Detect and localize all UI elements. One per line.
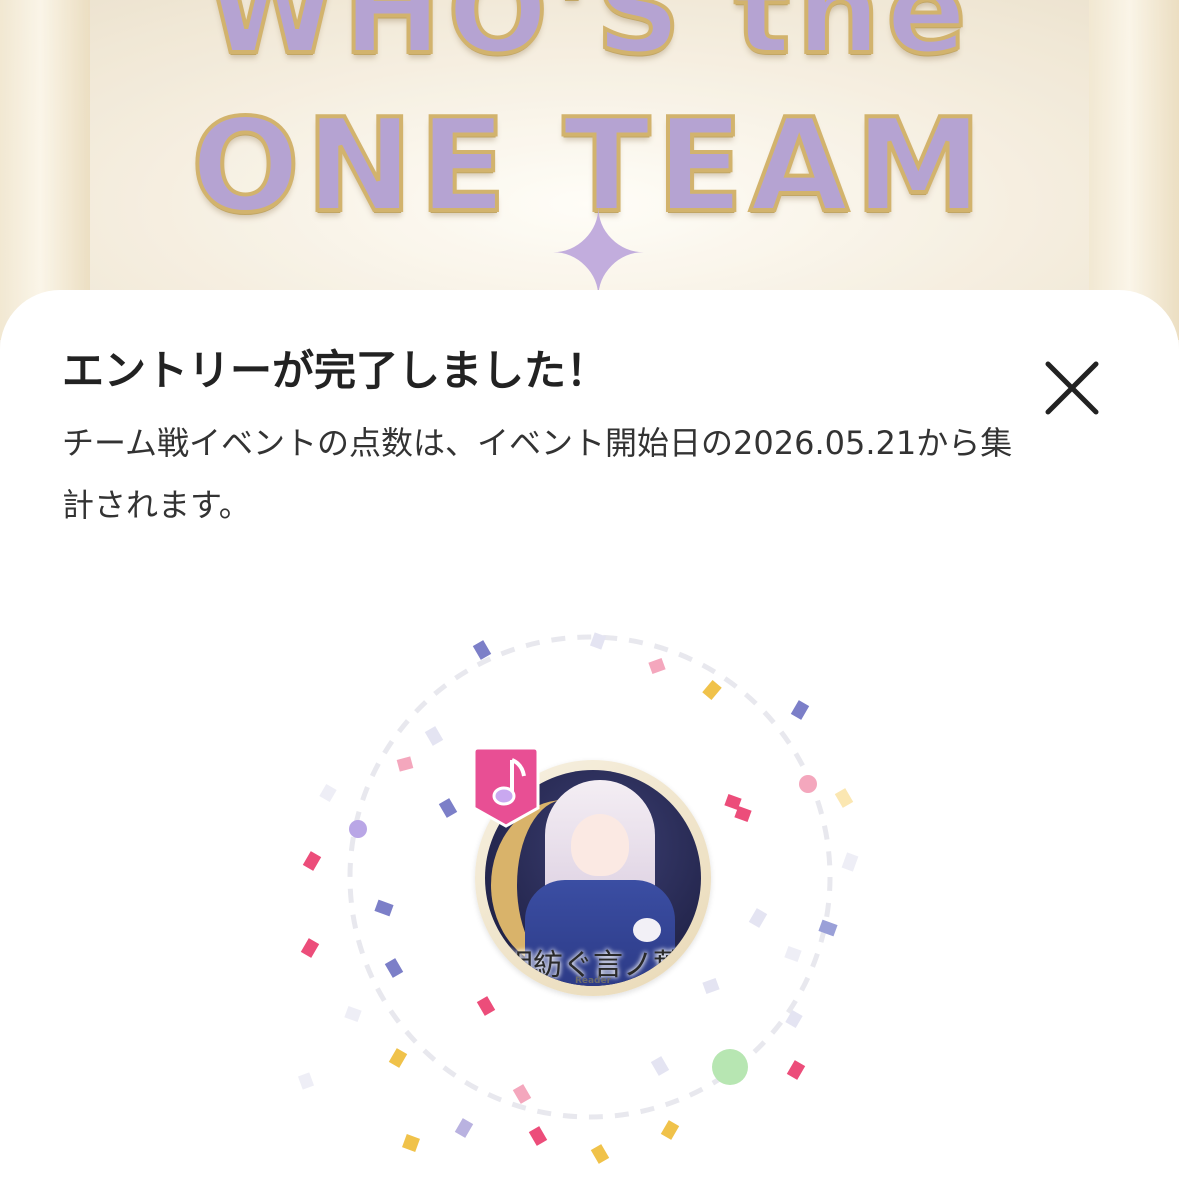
celebration-area: 相紡ぐ言ノ葉 Reader (0, 290, 1179, 1179)
music-note-tag (472, 744, 540, 828)
music-note-icon (472, 746, 540, 828)
character-face (571, 814, 629, 876)
badge-sub-label: Reader (574, 976, 612, 986)
banner-dim-overlay (0, 0, 1179, 340)
confetti-layer (297, 632, 859, 1164)
white-cat (633, 918, 661, 942)
event-banner: WHO'S the ONE TEAM ✦ (0, 0, 1179, 340)
